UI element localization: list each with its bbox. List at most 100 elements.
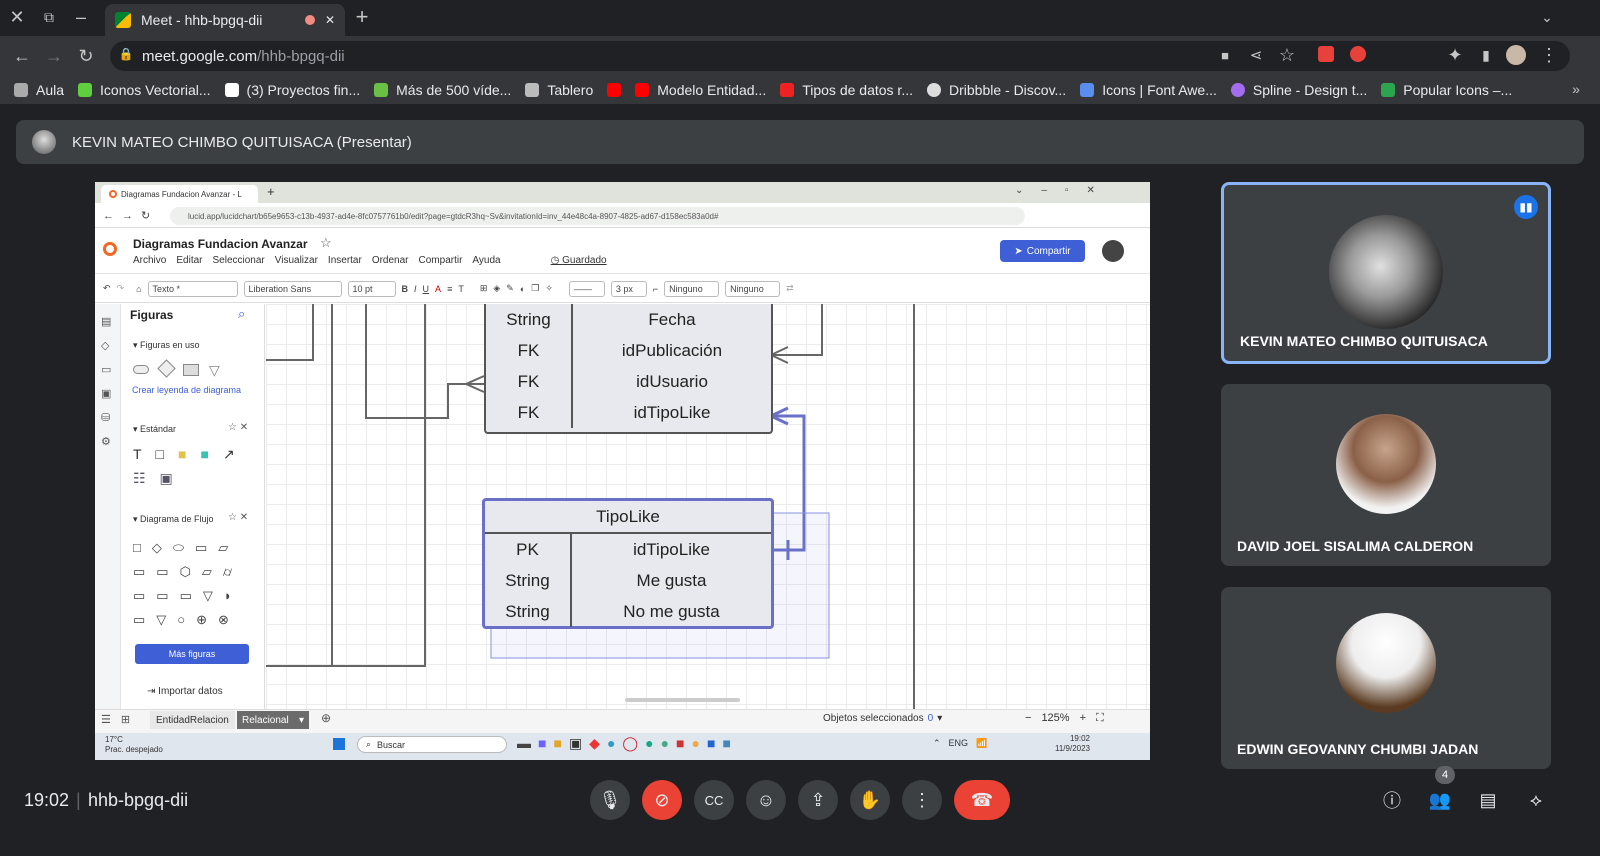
selected-objects[interactable]: Objetos seleccionados 0 ▾ [823, 713, 942, 724]
chat-button[interactable]: ▤ [1474, 786, 1502, 814]
star-icon[interactable]: ☆ [1276, 44, 1298, 66]
bold-icon[interactable]: B [402, 284, 409, 294]
more-shapes-button[interactable]: Más figuras [135, 644, 249, 664]
entity-table[interactable]: String Fecha FK idPublicación FK idUsuario … [484, 304, 773, 434]
menu-ordenar[interactable]: Ordenar [372, 255, 409, 266]
menu-ayuda[interactable]: Ayuda [472, 255, 500, 266]
format-painter-icon[interactable]: ⌂ [136, 284, 141, 294]
bookmark-item[interactable]: Tipos de datos r... [780, 82, 913, 98]
underline-icon[interactable]: U [423, 284, 430, 294]
microphone-button[interactable]: 🎙 [590, 780, 630, 820]
share-icon[interactable]: ⋖ [1245, 44, 1267, 66]
bookmark-item[interactable]: Icons | Font Awe... [1080, 82, 1217, 98]
text-color-icon[interactable]: A [435, 284, 441, 294]
align-icon[interactable]: ≡ [447, 284, 452, 294]
bookmark-item[interactable]: Modelo Entidad... [635, 82, 766, 98]
camera-icon[interactable]: ■ [1214, 44, 1236, 66]
section-actions-icons[interactable]: ☆ ✕ [228, 422, 248, 433]
camera-off-button[interactable]: ⊘ [642, 780, 682, 820]
lucid-tab[interactable]: Diagramas Fundacion Avanzar - L [101, 185, 258, 203]
tab-close-icon[interactable]: ✕ [325, 13, 335, 27]
participant-tile[interactable]: ▮▮ KEVIN MATEO CHIMBO QUITUISACA [1221, 182, 1551, 364]
system-tray[interactable]: ⌃ ENG 📶 [933, 738, 987, 749]
swap-icon[interactable]: ⇄ [786, 283, 794, 294]
weather-widget[interactable]: 17°C Prac. despejado [105, 735, 163, 755]
section-actions-icons[interactable]: ☆ ✕ [228, 512, 248, 523]
menu-compartir[interactable]: Compartir [419, 255, 463, 266]
new-tab-icon[interactable]: + [350, 4, 374, 29]
menu-editar[interactable]: Editar [176, 255, 202, 266]
bookmark-item[interactable]: Aula [14, 82, 64, 98]
bookmark-item[interactable]: Dribbble - Discov... [926, 82, 1066, 98]
captions-button[interactable]: CC [694, 780, 734, 820]
taskbar-apps[interactable]: ▬■■▣◆●◯●●■●■■ [517, 735, 738, 752]
line-width-select[interactable]: 3 px [610, 280, 647, 297]
section-in-use[interactable]: ▾ Figuras en uso [133, 340, 200, 351]
legend-link[interactable]: Crear leyenda de diagrama [132, 385, 241, 395]
side-panel-icon[interactable]: ▮ [1475, 44, 1497, 66]
standard-shapes[interactable]: T□■■↗ [133, 446, 249, 463]
taskbar-search[interactable]: ⌕ Buscar [357, 736, 507, 753]
redo-icon[interactable]: ↷ [117, 283, 125, 294]
menu-seleccionar[interactable]: Seleccionar [212, 255, 264, 266]
minimize-icon[interactable]: – [70, 6, 92, 28]
menu-icon[interactable]: ⋮ [1538, 44, 1560, 66]
extension-icon[interactable] [1318, 46, 1334, 62]
menu-visualizar[interactable]: Visualizar [275, 255, 318, 266]
shape-terminator[interactable] [133, 365, 149, 374]
bookmark-item[interactable]: Tablero [525, 82, 593, 98]
window-controls[interactable]: ⌄–▫✕ [1015, 185, 1113, 196]
menu-archivo[interactable]: Archivo [133, 255, 166, 266]
bookmark-item[interactable]: Más de 500 víde... [374, 82, 511, 98]
taskbar-clock[interactable]: 19:02 11/9/2023 [1055, 734, 1090, 754]
participant-tile[interactable]: EDWIN GEOVANNY CHUMBI JADAN [1221, 587, 1551, 769]
line-color-icon[interactable]: ✎ [506, 283, 514, 294]
tab-search-icon[interactable]: ⧉ [38, 6, 60, 28]
zoom-controls[interactable]: −125% + ⛶ [1025, 712, 1104, 725]
undo-icon[interactable]: ↶ [103, 283, 111, 294]
close-icon[interactable]: ✕ [6, 6, 28, 28]
table-icon[interactable]: ⊞ [480, 283, 488, 294]
text-style-select[interactable]: Texto * [147, 280, 238, 297]
style-icon[interactable]: ❐ [531, 283, 539, 294]
more-bookmarks-icon[interactable]: » [1566, 79, 1586, 99]
youtube-icon[interactable] [607, 83, 622, 97]
activities-button[interactable]: ⟡ [1522, 786, 1550, 814]
entity-table-tipolike[interactable]: TipoLike PK idTipoLike String Me gusta Str… [482, 498, 774, 629]
magic-icon[interactable]: ✧ [545, 283, 553, 294]
avatar[interactable] [1102, 240, 1124, 262]
lucid-nav-icons[interactable]: ←→↻ [103, 209, 158, 222]
italic-icon[interactable]: I [414, 284, 417, 294]
people-button[interactable]: 👥 [1426, 786, 1454, 814]
lucid-address-bar[interactable]: lucid.app/lucidchart/b65e9653-c13b-4937-… [170, 207, 1025, 225]
document-title[interactable]: Diagramas Fundacion Avanzar [133, 237, 308, 251]
present-button[interactable]: ⇪ [798, 780, 838, 820]
profile-avatar[interactable] [1506, 45, 1526, 65]
new-tab-icon[interactable]: + [267, 184, 275, 199]
line-shape-icon[interactable]: ⌐ [653, 284, 658, 294]
arrow-start-select[interactable]: Ninguno [664, 280, 720, 297]
page-tab-entidadrelacion[interactable]: EntidadRelacion [150, 711, 235, 729]
leave-call-button[interactable]: ☎ [954, 780, 1010, 820]
chevron-down-icon[interactable]: ⌄ [1536, 6, 1558, 28]
info-button[interactable]: ⓘ [1378, 786, 1406, 814]
star-icon[interactable]: ☆ [320, 235, 332, 251]
font-size-stepper[interactable]: 10 pt [347, 280, 396, 297]
rail-icons[interactable]: ▤ ◇ ▭ ▣ ⛁ ⚙ [101, 310, 115, 454]
import-data-button[interactable]: ⇥ Importar datos [147, 686, 223, 697]
puzzle-icon[interactable]: ✦ [1444, 44, 1466, 66]
raise-hand-button[interactable]: ✋ [850, 780, 890, 820]
reactions-button[interactable]: ☺ [746, 780, 786, 820]
section-flow[interactable]: ▾ Diagrama de Flujo [133, 514, 214, 525]
bookmark-item[interactable]: Iconos Vectorial... [78, 82, 211, 98]
extension-icon[interactable] [1350, 46, 1366, 62]
text-options-icon[interactable]: T [458, 284, 464, 294]
forward-icon[interactable]: → [42, 44, 66, 68]
bookmark-item[interactable]: Popular Icons –... [1381, 82, 1512, 98]
line-style-select[interactable]: —— [568, 280, 605, 297]
reload-icon[interactable]: ↻ [74, 44, 98, 68]
font-select[interactable]: Liberation Sans [243, 280, 342, 297]
menu-insertar[interactable]: Insertar [328, 255, 362, 266]
participant-tile[interactable]: DAVID JOEL SISALIMA CALDERON [1221, 384, 1551, 566]
horizontal-scrollbar[interactable] [625, 698, 740, 702]
